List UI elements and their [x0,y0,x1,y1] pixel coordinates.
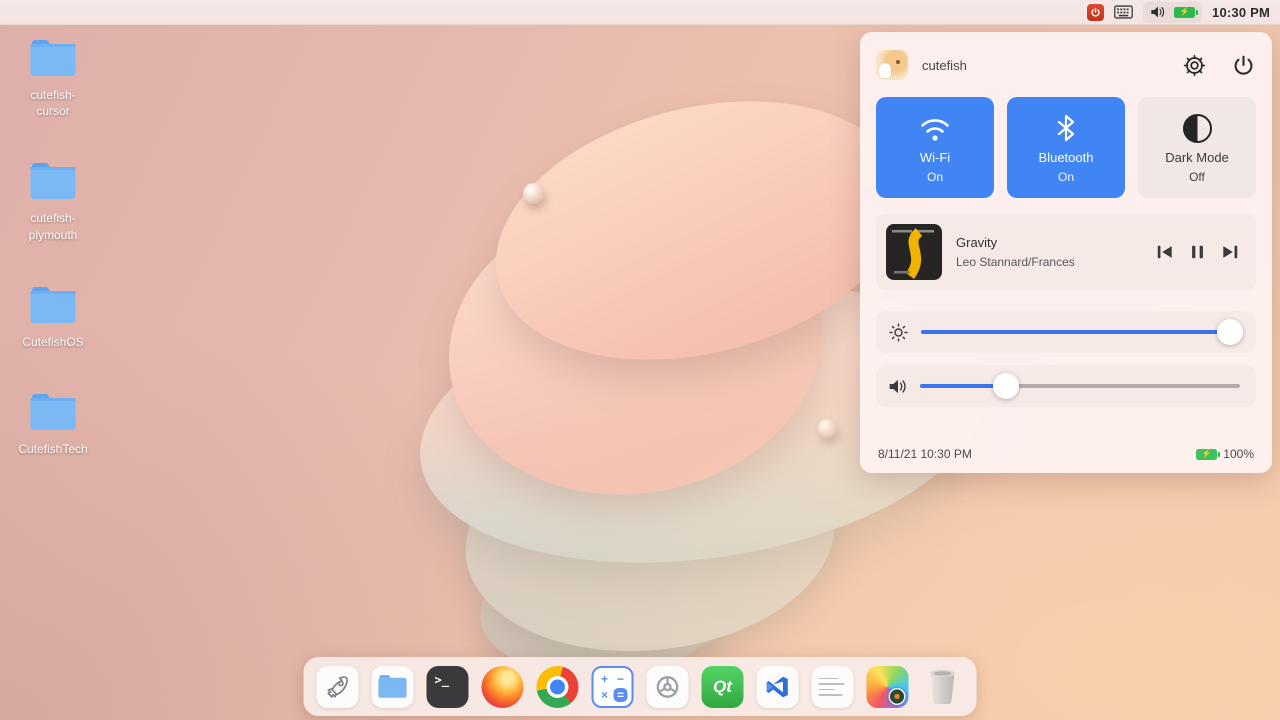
album-art [886,224,942,280]
dark-mode-toggle[interactable]: Dark Mode Off [1138,97,1256,198]
settings-gear-icon[interactable] [1182,53,1207,78]
folder-icon [29,285,77,325]
dock-vscode-icon[interactable] [757,666,799,708]
bluetooth-icon [1055,111,1077,145]
control-center: cutefish Wi-Fi On [860,32,1272,473]
dock-qt-icon[interactable]: Qt [702,666,744,708]
dock-calculator-icon[interactable]: + − × = [592,666,634,708]
quick-toggles: Wi-Fi On Bluetooth On Dark Mode Off [876,97,1256,198]
wallpaper-sphere [818,419,837,438]
desktop-folder-cutefish-plymouth[interactable]: cutefish-plymouth [12,161,94,242]
uget-icon[interactable] [1087,4,1104,21]
desktop: ⚡ 10:30 PM cutefish-cursor cutefish-plym… [0,0,1280,720]
power-icon[interactable] [1231,53,1256,78]
folder-label: cutefish-cursor [30,87,75,119]
brightness-slider-knob[interactable] [1217,319,1243,345]
dock-chrome-icon[interactable] [537,666,579,708]
control-center-header: cutefish [876,45,1256,85]
keyboard-icon[interactable] [1114,2,1133,22]
battery-percent: 100% [1223,447,1254,461]
volume-icon [888,378,908,395]
pause-icon[interactable] [1190,243,1205,261]
brightness-slider[interactable] [921,319,1240,345]
folder-label: cutefish-plymouth [29,210,78,242]
dock-photos-icon[interactable] [867,666,909,708]
dock-trash-icon[interactable] [922,666,964,708]
dock-text-editor-icon[interactable] [812,666,854,708]
desktop-folder-cutefish-cursor[interactable]: cutefish-cursor [12,38,94,119]
dock-file-manager-icon[interactable] [372,666,414,708]
dock: >_ + − × = Qt [304,657,977,716]
wifi-toggle[interactable]: Wi-Fi On [876,97,994,198]
volume-icon[interactable] [1150,2,1166,22]
clock[interactable]: 10:30 PM [1212,5,1270,20]
bluetooth-toggle[interactable]: Bluetooth On [1007,97,1125,198]
volume-slider-knob[interactable] [993,373,1019,399]
control-center-footer: 8/11/21 10:30 PM ⚡ 100% [876,445,1256,461]
battery-icon[interactable]: ⚡ [1174,7,1195,18]
folder-label: CutefishOS [22,334,83,350]
brightness-icon [888,322,909,343]
battery-icon: ⚡ [1196,449,1217,460]
track-artist: Leo Stannard/Frances [956,255,1075,269]
media-player-card[interactable]: Gravity Leo Stannard/Frances [876,214,1256,290]
folder-icon [29,38,77,78]
track-title: Gravity [956,235,1075,250]
user-name: cutefish [922,58,967,73]
folder-icon [29,392,77,432]
brightness-row [876,311,1256,353]
volume-row [876,365,1256,407]
top-bar: ⚡ 10:30 PM [0,0,1280,25]
dock-firefox-icon[interactable] [482,666,524,708]
desktop-folder-cutefishos[interactable]: CutefishOS [12,285,94,350]
wifi-icon [917,111,953,145]
date-time: 8/11/21 10:30 PM [878,447,972,461]
user-avatar[interactable] [876,50,908,80]
dock-terminal-icon[interactable]: >_ [427,666,469,708]
dock-launcher-icon[interactable] [317,666,359,708]
tray-status-pill[interactable]: ⚡ [1143,2,1202,23]
previous-icon[interactable] [1155,243,1174,261]
next-icon[interactable] [1221,243,1240,261]
wallpaper-sphere [523,183,544,204]
half-moon-icon [1183,111,1212,145]
desktop-icons: cutefish-cursor cutefish-plymouth Cutefi… [12,38,94,457]
volume-slider[interactable] [920,373,1240,399]
dock-settings-icon[interactable] [647,666,689,708]
folder-label: CutefishTech [18,441,87,457]
folder-icon [29,161,77,201]
desktop-folder-cutefishtech[interactable]: CutefishTech [12,392,94,457]
